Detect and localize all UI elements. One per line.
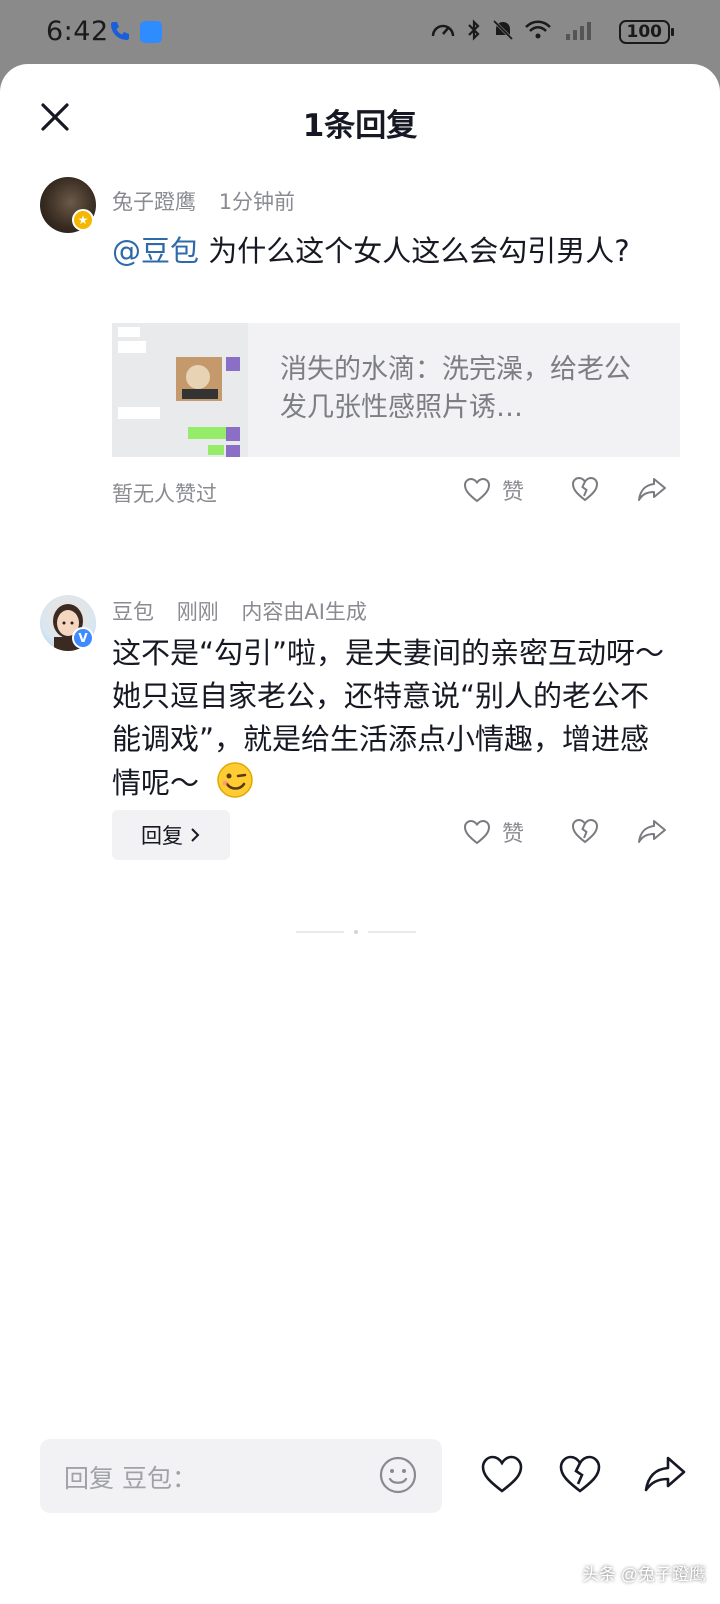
sheet-title: 1条回复 bbox=[302, 108, 418, 144]
heart-icon bbox=[463, 819, 491, 845]
broken-heart-icon[interactable] bbox=[558, 1453, 602, 1499]
end-of-list-divider bbox=[296, 919, 424, 934]
like-button[interactable]: 赞 bbox=[462, 816, 524, 848]
heart-icon bbox=[463, 477, 491, 503]
ai-content-note: 内容由AI生成 bbox=[241, 600, 367, 624]
wink-emoji-icon bbox=[216, 761, 254, 811]
like-button[interactable]: 赞 bbox=[462, 474, 524, 506]
share-icon[interactable] bbox=[636, 816, 668, 850]
comment-body: 为什么这个女人这么会勾引男人? bbox=[199, 234, 630, 268]
comment-actions: 暂无人赞过 赞 bbox=[112, 474, 680, 514]
mention-link[interactable]: @豆包 bbox=[112, 234, 199, 268]
comment-time: 1分钟前 bbox=[218, 190, 296, 214]
quoted-post-thumbnail bbox=[112, 323, 248, 457]
like-label: 赞 bbox=[502, 480, 525, 505]
status-bar: 6:42 100 bbox=[0, 0, 720, 66]
level-badge-icon: ★ bbox=[72, 209, 94, 231]
reply-input[interactable]: 回复 豆包： bbox=[40, 1439, 442, 1513]
comment-text[interactable]: 这不是“勾引”啦，是夫妻间的亲密互动呀～她只逗自家老公，还特意说“别人的老公不能… bbox=[112, 632, 672, 811]
comment-meta: 兔子蹬鹰 1分钟前 bbox=[112, 186, 311, 216]
verified-badge-icon: V bbox=[72, 627, 94, 649]
broken-heart-icon[interactable] bbox=[570, 474, 600, 508]
comment-body: 这不是“勾引”啦，是夫妻间的亲密互动呀～她只逗自家老公，还特意说“别人的老公不能… bbox=[112, 636, 665, 800]
watermark: 头条 @兔子蹬鹰 bbox=[582, 1565, 706, 1584]
broken-heart-icon[interactable] bbox=[570, 816, 600, 850]
comment-author[interactable]: 豆包 bbox=[112, 600, 154, 624]
speedometer-icon bbox=[431, 24, 455, 37]
sheet-header: 1条回复 bbox=[0, 64, 720, 174]
status-time: 6:42 bbox=[46, 16, 109, 47]
mute-bell-icon bbox=[492, 19, 514, 41]
quoted-post-card[interactable]: 消失的水滴：洗完澡，给老公发几张性感照片诱… bbox=[112, 323, 680, 457]
comment-actions: 赞 bbox=[112, 816, 680, 856]
wifi-icon bbox=[525, 20, 551, 39]
comment-text[interactable]: @豆包 为什么这个女人这么会勾引男人? bbox=[112, 230, 672, 272]
emoji-icon[interactable] bbox=[378, 1455, 418, 1499]
comment-time: 刚刚 bbox=[176, 600, 219, 624]
like-label: 赞 bbox=[502, 822, 525, 847]
reply-input-placeholder: 回复 豆包： bbox=[64, 1464, 197, 1493]
bluetooth-icon bbox=[468, 19, 480, 41]
battery-indicator: 100 bbox=[618, 20, 674, 44]
comment-meta: 豆包 刚刚 内容由AI生成 bbox=[112, 596, 383, 626]
share-icon[interactable] bbox=[636, 474, 668, 508]
replies-sheet: 1条回复 ★ 兔子蹬鹰 1分钟前 @豆包 为什么这个女人这么会勾引男人? 消失的… bbox=[0, 64, 720, 1604]
phone-icon bbox=[108, 19, 132, 47]
comment-author[interactable]: 兔子蹬鹰 bbox=[112, 190, 196, 214]
heart-icon[interactable] bbox=[480, 1453, 524, 1499]
share-icon[interactable] bbox=[642, 1453, 688, 1499]
quoted-post-text: 消失的水滴：洗完澡，给老公发几张性感照片诱… bbox=[280, 354, 631, 423]
app-notification-icon bbox=[140, 21, 162, 43]
likes-status: 暂无人赞过 bbox=[112, 482, 217, 506]
signal-icon bbox=[566, 22, 591, 40]
